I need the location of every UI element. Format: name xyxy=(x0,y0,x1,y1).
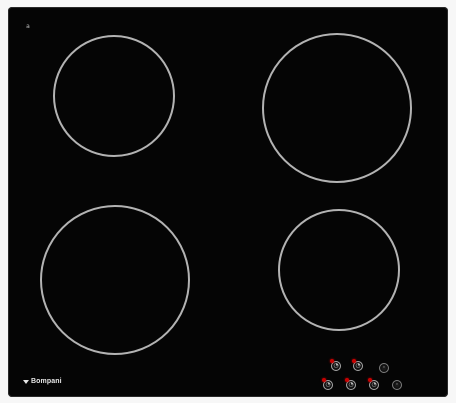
control-glyph: ◔ xyxy=(371,381,377,388)
control-button[interactable]: ◔ xyxy=(322,378,333,390)
control-button[interactable]: ◔ xyxy=(330,359,341,371)
control-glyph: ◔ xyxy=(355,362,361,369)
cooking-zone-top-left xyxy=(53,35,175,157)
control-glyph: ◦ xyxy=(382,364,386,371)
control-glyph: ◦ xyxy=(395,381,399,388)
control-button[interactable]: ◔ xyxy=(368,378,379,390)
brand-name: Bompani xyxy=(31,377,62,385)
cooktop-surface: a Bompani ◔ ◔ ◦ ◔ ◔ ◔ ◦ xyxy=(8,7,448,397)
control-button[interactable]: ◔ xyxy=(352,359,363,371)
touch-control-panel: ◔ ◔ ◦ ◔ ◔ ◔ ◦ xyxy=(313,349,403,395)
control-glyph: ◔ xyxy=(348,381,354,388)
brand-logo: Bompani xyxy=(23,375,62,387)
control-glyph: ◔ xyxy=(325,381,331,388)
control-button[interactable]: ◦ xyxy=(392,380,402,390)
cooking-zone-bottom-right xyxy=(278,209,400,331)
control-button[interactable]: ◔ xyxy=(345,378,356,390)
brand-mark-icon xyxy=(23,379,29,384)
cooking-zone-bottom-left xyxy=(40,205,190,355)
control-button[interactable]: ◦ xyxy=(379,363,389,373)
product-image: a Bompani ◔ ◔ ◦ ◔ ◔ ◔ ◦ xyxy=(0,0,456,403)
cooking-zone-top-right xyxy=(262,33,412,183)
corner-badge: a xyxy=(26,23,30,30)
control-glyph: ◔ xyxy=(333,362,339,369)
